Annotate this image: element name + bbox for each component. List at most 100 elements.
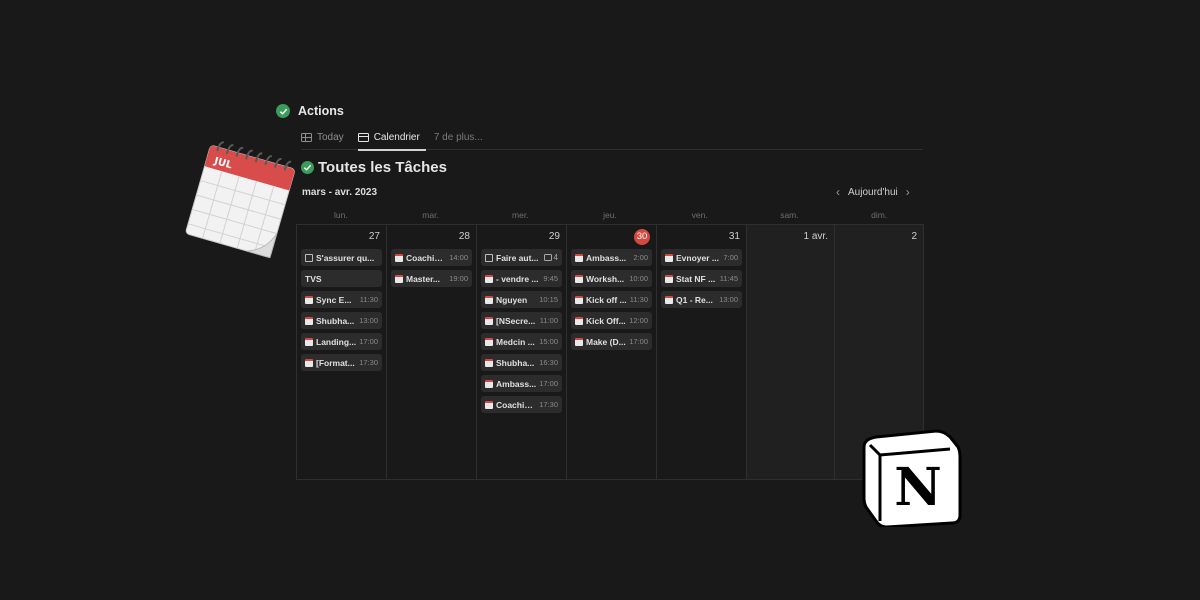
calendar-event[interactable]: Medcin ... 15:00 — [481, 333, 562, 350]
tab-today[interactable]: Today — [301, 126, 350, 150]
day-cell[interactable]: 27 S'assurer qu... TVS Sync E... 11:30 Shubha… — [297, 225, 387, 479]
event-title: Coachin... — [496, 399, 537, 410]
calendar-event[interactable]: Make (D... 17:00 — [571, 333, 652, 350]
event-title: Kick Off... — [586, 315, 626, 326]
event-title: Stat NF ... — [676, 273, 716, 284]
calendar-event[interactable]: Sync E... 11:30 — [301, 291, 382, 308]
event-time: 16:30 — [539, 358, 558, 367]
calendar-event-icon — [485, 337, 493, 346]
event-time: 11:45 — [719, 274, 738, 283]
today-button[interactable]: Aujourd'hui — [848, 187, 898, 198]
day-number: 2 — [839, 229, 919, 247]
check-circle-icon — [301, 161, 314, 174]
day-number: 27 — [301, 229, 382, 247]
tab-more[interactable]: 7 de plus... — [434, 126, 489, 150]
weekday-header: lun. mar. mer. jeu. ven. sam. dim. — [296, 205, 924, 225]
calendar-event-icon — [575, 253, 583, 262]
notion-logo-letter: N — [894, 457, 942, 518]
calendar-event[interactable]: Ambass... 2:00 — [571, 249, 652, 266]
view-title[interactable]: Toutes les Tâches — [318, 159, 447, 176]
calendar-event[interactable]: TVS — [301, 270, 382, 287]
day-cell[interactable]: 28 Coachin... 14:00 Master... 19:00 — [387, 225, 477, 479]
calendar-event-icon — [485, 274, 493, 283]
day-cell[interactable]: 30 Ambass... 2:00 Worksh... 10:00 Kick off ..… — [567, 225, 657, 479]
weekday-label: mar. — [422, 210, 439, 220]
day-cell[interactable]: 1 avr. — [747, 225, 835, 479]
day-number: 31 — [661, 229, 742, 247]
event-title: Evnoyer ... — [676, 252, 719, 263]
calendar-event[interactable]: Master... 19:00 — [391, 270, 472, 287]
calendar-event-icon — [485, 400, 493, 409]
comment-icon — [543, 254, 552, 261]
event-list: Evnoyer ... 7:00 Stat NF ... 11:45 Q1 - Re..… — [661, 249, 742, 308]
calendar-event[interactable]: Stat NF ... 11:45 — [661, 270, 742, 287]
day-number-text: 29 — [548, 231, 560, 242]
event-title: Coachin... — [406, 252, 447, 263]
calendar-event[interactable]: Shubha... 16:30 — [481, 354, 562, 371]
tab-today-label: Today — [317, 132, 344, 143]
calendar-event[interactable]: Q1 - Re... 13:00 — [661, 291, 742, 308]
calendar-event[interactable]: Landing... 17:00 — [301, 333, 382, 350]
event-title: Worksh... — [586, 273, 625, 284]
day-cell[interactable]: 29 Faire aut... 4 - vendre ... 9:45 Nguyen 10:… — [477, 225, 567, 479]
tab-calendrier[interactable]: Calendrier — [357, 126, 426, 151]
event-title: - vendre ... — [496, 273, 539, 284]
calendar-event[interactable]: S'assurer qu... — [301, 249, 382, 266]
calendar-event[interactable]: Worksh... 10:00 — [571, 270, 652, 287]
view-header: Toutes les Tâches — [301, 159, 447, 176]
calendar-event-icon — [395, 274, 403, 283]
event-time: 10:15 — [539, 295, 558, 304]
event-time: 17:00 — [359, 337, 378, 346]
event-title: Ambass... — [496, 378, 537, 389]
calendar-event[interactable]: - vendre ... 9:45 — [481, 270, 562, 287]
day-number-text: 1 avr. — [803, 231, 828, 242]
calendar-event[interactable]: Kick off ... 11:30 — [571, 291, 652, 308]
tab-calendrier-label: Calendrier — [373, 132, 420, 143]
calendar-icon — [357, 133, 369, 142]
event-title: [NSecre... — [496, 315, 536, 326]
calendar-event-icon — [485, 295, 493, 304]
calendar-event[interactable]: Ambass... 17:00 — [481, 375, 562, 392]
calendar-event[interactable]: Kick Off... 12:00 — [571, 312, 652, 329]
calendar-event[interactable]: Shubha... 13:00 — [301, 312, 382, 329]
calendar-event-icon — [485, 316, 493, 325]
view-tabs: Today Calendrier 7 de plus... — [301, 126, 923, 151]
event-time: 7:00 — [723, 253, 738, 262]
event-title: Landing... — [316, 336, 357, 347]
day-number: 28 — [391, 229, 472, 247]
chevron-left-icon[interactable]: ‹ — [836, 186, 840, 198]
calendar-event-icon — [485, 358, 493, 367]
event-title: Shubha... — [496, 357, 535, 368]
calendar-event[interactable]: Faire aut... 4 — [481, 249, 562, 266]
calendar-event[interactable]: [NSecre... 11:00 — [481, 312, 562, 329]
calendar-event-icon — [395, 253, 403, 262]
calendar-event-icon — [575, 316, 583, 325]
weekday-label: jeu. — [603, 210, 617, 220]
calendar-event[interactable]: [Format... 17:30 — [301, 354, 382, 371]
calendar-event-icon — [575, 274, 583, 283]
table-icon — [301, 133, 312, 142]
event-time: 11:30 — [629, 295, 648, 304]
calendar-event-icon — [305, 295, 313, 304]
event-time: 13:00 — [359, 316, 378, 325]
calendar-event[interactable]: Nguyen 10:15 — [481, 291, 562, 308]
calendar-event[interactable]: Evnoyer ... 7:00 — [661, 249, 742, 266]
event-title: Medcin ... — [496, 336, 535, 347]
event-time: 17:00 — [539, 379, 558, 388]
calendar-event-icon — [665, 295, 673, 304]
chevron-right-icon[interactable]: › — [906, 186, 910, 198]
calendar-event-icon — [305, 358, 313, 367]
calendar-event[interactable]: Coachin... 14:00 — [391, 249, 472, 266]
database-header: Actions — [276, 104, 344, 118]
event-title: Sync E... — [316, 294, 352, 305]
event-list: Faire aut... 4 - vendre ... 9:45 Nguyen 10:15… — [481, 249, 562, 413]
day-number: 29 — [481, 229, 562, 247]
calendar-event[interactable]: Coachin... 17:30 — [481, 396, 562, 413]
event-title: S'assurer qu... — [316, 252, 375, 263]
event-list: Coachin... 14:00 Master... 19:00 — [391, 249, 472, 287]
day-cell[interactable]: 31 Evnoyer ... 7:00 Stat NF ... 11:45 Q1 - Re… — [657, 225, 747, 479]
month-label: mars - avr. 2023 — [302, 187, 378, 198]
database-title[interactable]: Actions — [298, 104, 344, 118]
event-title: TVS — [305, 273, 322, 284]
weekday-label: lun. — [333, 210, 348, 220]
